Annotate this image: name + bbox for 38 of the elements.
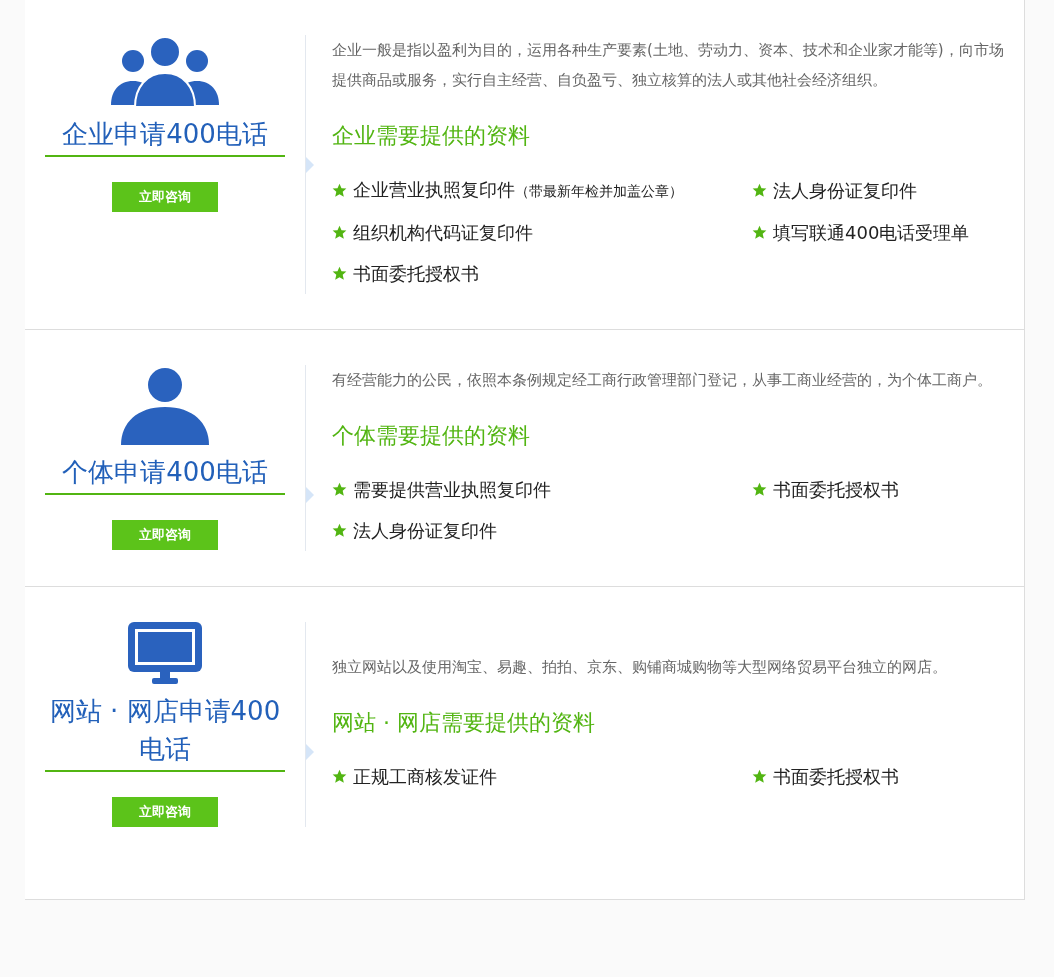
- section-title: 网站 · 网店申请400电话: [45, 692, 285, 772]
- pointer-arrow-icon: [306, 744, 314, 760]
- star-icon: [332, 225, 347, 240]
- materials-heading: 个体需要提供的资料: [332, 422, 531, 450]
- section-description: 企业一般是指以盈利为目的，运用各种生产要素(土地、劳动力、资本、技术和企业家才能等)，向市场提供商品或服务，实行自主经营、自负盈亏、独立核算的法人或其他社会经济组织。: [332, 40, 1004, 91]
- pointer-arrow-icon: [306, 487, 314, 503]
- star-icon: [332, 769, 347, 784]
- star-icon: [752, 482, 767, 497]
- section-description: 有经营能力的公民，依照本条例规定经工商行政管理部门登记，从事工商业经营的，为个体工商户。: [332, 370, 993, 391]
- material-item-text: 正规工商核发证件: [353, 765, 497, 789]
- monitor-icon: [128, 622, 202, 684]
- section-description: 独立网站以及使用淘宝、易趣、拍拍、京东、购铺商城购物等大型网络贸易平台独立的网店。: [332, 657, 948, 678]
- section-title: 企业申请400电话: [45, 115, 285, 157]
- material-item-text: 填写联通400电话受理单: [773, 221, 970, 245]
- section-title: 个体申请400电话: [45, 453, 285, 495]
- person-icon: [121, 365, 209, 445]
- star-icon: [752, 225, 767, 240]
- star-icon: [752, 183, 767, 198]
- star-icon: [332, 183, 347, 198]
- material-item-text: 需要提供营业执照复印件: [353, 478, 551, 502]
- material-item-text: 法人身份证复印件: [353, 519, 497, 543]
- consult-button[interactable]: 立即咨询: [112, 520, 218, 550]
- star-icon: [752, 769, 767, 784]
- consult-button[interactable]: 立即咨询: [112, 182, 218, 212]
- pointer-arrow-icon: [306, 157, 314, 173]
- star-icon: [332, 266, 347, 281]
- consult-button[interactable]: 立即咨询: [112, 797, 218, 827]
- materials-heading: 网站 · 网店需要提供的资料: [332, 709, 596, 737]
- material-item-text: 书面委托授权书: [773, 765, 899, 789]
- material-item-text: 书面委托授权书: [773, 478, 899, 502]
- star-icon: [332, 523, 347, 538]
- material-item-text: 组织机构代码证复印件: [353, 221, 533, 245]
- people-group-icon: [111, 35, 219, 107]
- star-icon: [332, 482, 347, 497]
- materials-heading: 企业需要提供的资料: [332, 122, 531, 150]
- material-item-text: 法人身份证复印件: [773, 179, 917, 203]
- material-item-text: 书面委托授权书: [353, 262, 479, 286]
- material-item-text: 企业营业执照复印件（带最新年检并加盖公章）: [353, 178, 683, 202]
